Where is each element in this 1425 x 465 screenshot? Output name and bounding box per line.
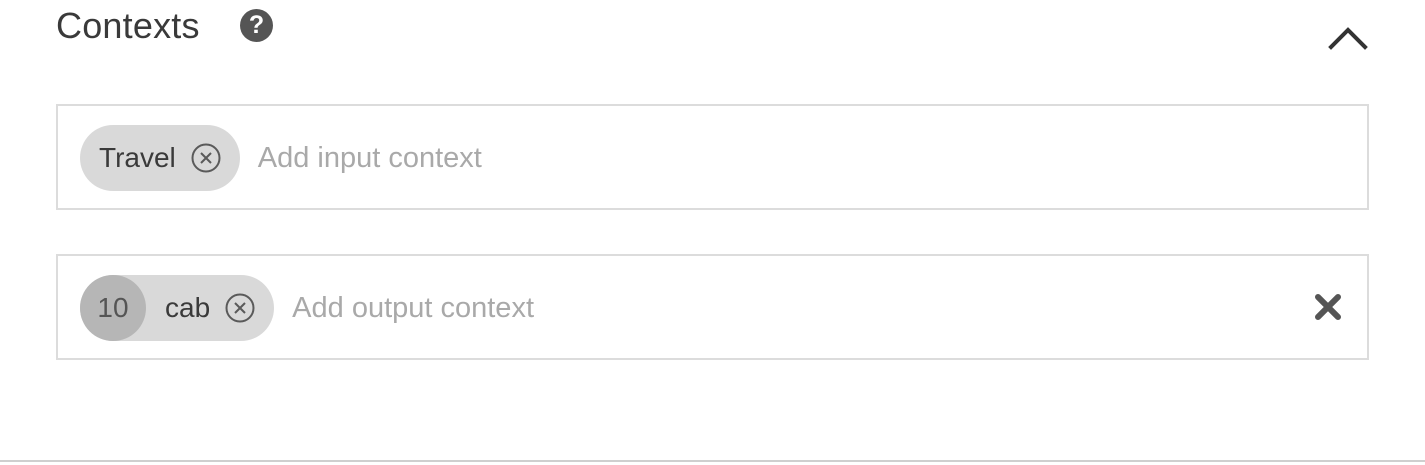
input-context-field[interactable]: Travel Add input context: [56, 104, 1369, 210]
remove-circle-icon[interactable]: [224, 292, 256, 324]
chip-label: cab: [165, 292, 211, 323]
output-context-chip[interactable]: 10 cab: [80, 275, 275, 341]
contexts-panel: Contexts ? Travel Add input context 10 c…: [0, 0, 1425, 465]
close-icon[interactable]: [1313, 292, 1343, 322]
chevron-up-icon[interactable]: [1326, 20, 1370, 56]
input-context-chip[interactable]: Travel: [80, 125, 240, 191]
lifespan-badge[interactable]: 10: [80, 275, 146, 341]
section-divider: [0, 460, 1425, 462]
help-icon[interactable]: ?: [240, 9, 273, 42]
section-title: Contexts: [56, 5, 200, 46]
output-context-placeholder[interactable]: Add output context: [292, 292, 534, 325]
chip-label: Travel: [99, 142, 176, 173]
output-context-field[interactable]: 10 cab Add output context: [56, 254, 1369, 360]
remove-circle-icon[interactable]: [190, 142, 222, 174]
input-context-placeholder[interactable]: Add input context: [258, 142, 482, 175]
